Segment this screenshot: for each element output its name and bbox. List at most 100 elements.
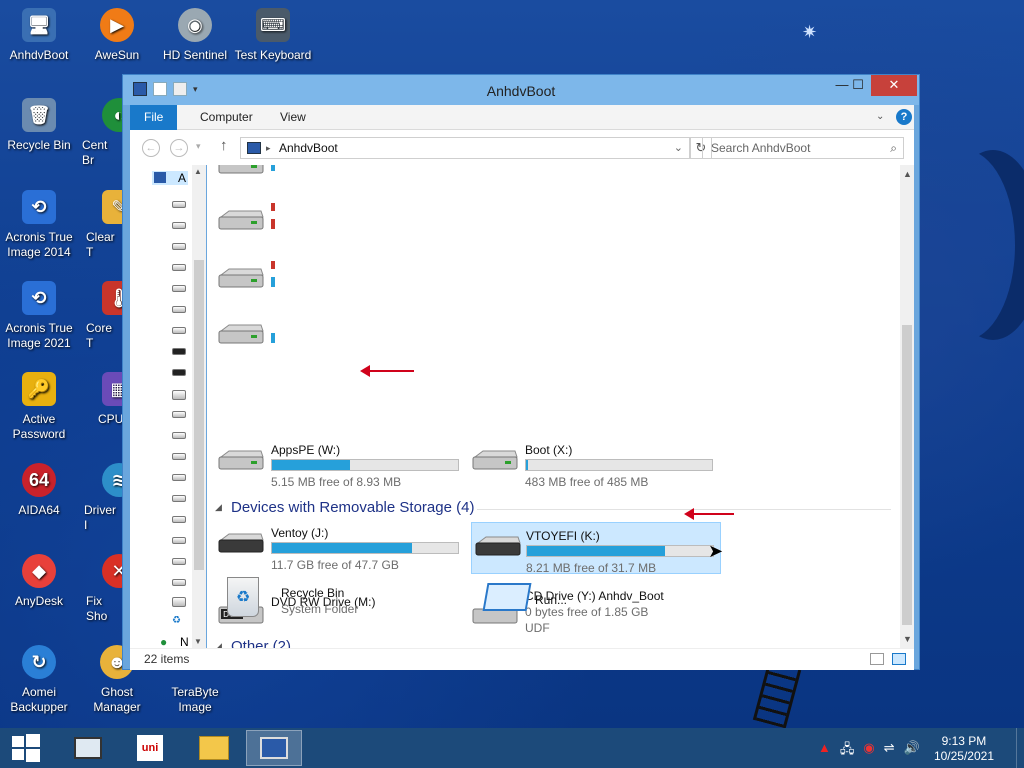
tab-view[interactable]: View <box>266 105 320 130</box>
usb-icon[interactable]: ⇌ <box>884 740 895 762</box>
tray-app-icon[interactable]: ▲ <box>818 740 831 762</box>
dvd-drive-icon[interactable] <box>172 390 186 400</box>
tab-computer[interactable]: Computer <box>186 105 267 130</box>
details-view-icon[interactable] <box>870 653 884 665</box>
scroll-down-icon[interactable]: ▼ <box>903 634 912 644</box>
drive-icon[interactable] <box>172 558 186 565</box>
close-button[interactable]: ✕ <box>871 75 917 96</box>
network-icon[interactable]: 🖧 <box>840 740 855 762</box>
drive-tile-ventoy[interactable]: Ventoy (J:) 11.7 GB free of 47.7 GB <box>217 520 467 572</box>
browser-icon: ◐ <box>102 98 122 132</box>
drive-icon[interactable] <box>172 222 186 229</box>
desktop-icon-aida64[interactable]: 64 AIDA64 <box>0 463 78 518</box>
media-icon[interactable]: ◉ <box>863 740 874 762</box>
drive-tile-boot[interactable]: Boot (X:) 483 MB free of 485 MB <box>471 437 721 489</box>
taskbar-anhdvboot-window[interactable] <box>246 730 302 766</box>
recent-locations-icon[interactable]: ▾ <box>196 141 201 152</box>
drive-icon[interactable] <box>172 411 186 418</box>
content-scrollbar[interactable]: ▲ ▼ <box>900 165 914 648</box>
up-button[interactable]: ↑ <box>220 137 228 154</box>
drive-tile-partial[interactable] <box>217 255 467 301</box>
taskbar-file-explorer[interactable] <box>186 730 242 766</box>
navigation-pane[interactable]: A ♻ ● N ▲ ▼ <box>130 165 206 649</box>
nav-scrollbar[interactable]: ▲ ▼ <box>192 165 206 648</box>
drive-filesystem: UDF <box>525 621 550 635</box>
cd-drive-icon[interactable] <box>172 597 186 607</box>
drive-icon[interactable] <box>172 495 186 502</box>
title-bar[interactable]: ▾ AnhdvBoot — ☐ ✕ <box>123 75 919 105</box>
group-header-other[interactable]: Other (2) <box>231 638 291 648</box>
expand-ribbon-icon[interactable]: ⌄ <box>876 111 884 122</box>
drive-icon[interactable] <box>172 306 186 313</box>
nav-item-selected[interactable]: A <box>152 171 188 185</box>
desktop-icon-fix-shortcut[interactable]: ✕ Fix Sho <box>78 554 122 624</box>
clock[interactable]: 9:13 PM 10/25/2021 <box>934 734 994 764</box>
drive-icon[interactable] <box>172 327 186 334</box>
chevron-down-icon[interactable]: ⌄ <box>674 138 683 158</box>
item-run[interactable]: Run... <box>471 575 711 621</box>
scroll-up-icon[interactable]: ▲ <box>903 169 912 179</box>
removable-drive-icon[interactable] <box>172 369 186 376</box>
drive-icon[interactable] <box>172 516 186 523</box>
desktop-icon-label: TeraByte Image <box>171 685 219 714</box>
desktop-icon-driver[interactable]: ≋ Driver I <box>78 463 122 533</box>
drive-icon[interactable] <box>172 474 186 481</box>
tiles-view-icon[interactable] <box>892 653 906 665</box>
desktop-icon-acronis-2014[interactable]: ⟲ Acronis True Image 2014 <box>0 190 78 260</box>
desktop-icon-label: Driver I <box>84 503 116 532</box>
drive-icon[interactable] <box>172 264 186 271</box>
acronis-icon: ⟲ <box>22 281 56 315</box>
taskbar-task-manager[interactable] <box>60 730 116 766</box>
x-icon: ✕ <box>102 554 122 588</box>
computer-icon <box>260 737 288 759</box>
drive-icon[interactable] <box>172 243 186 250</box>
recycle-bin-icon[interactable]: ♻ <box>172 616 186 627</box>
removable-drive-icon[interactable] <box>172 348 186 355</box>
search-input[interactable]: Search AnhdvBoot ⌕ <box>702 137 904 159</box>
desktop-icon-cpu[interactable]: ▦ CPU <box>78 372 122 427</box>
scrollbar-thumb[interactable] <box>902 325 912 625</box>
group-header-removable[interactable]: Devices with Removable Storage (4) <box>231 499 474 516</box>
taskbar-unikey[interactable]: uni <box>122 730 178 766</box>
help-icon[interactable]: ? <box>896 109 912 125</box>
drive-tile-appspe[interactable]: AppsPE (W:) 5.15 MB free of 8.93 MB <box>217 437 467 489</box>
show-desktop-button[interactable] <box>1016 728 1024 768</box>
desktop-icon-acronis-2021[interactable]: ⟲ Acronis True Image 2021 <box>0 281 78 351</box>
desktop-icon-test-keyboard[interactable]: ⌨ Test Keyboard <box>234 8 312 63</box>
volume-icon[interactable]: 🔊 <box>904 740 920 762</box>
drive-icon[interactable] <box>172 537 186 544</box>
drive-icon[interactable] <box>172 579 186 586</box>
desktop-icon-anydesk[interactable]: ◆ AnyDesk <box>0 554 78 609</box>
desktop-icon-recycle-bin[interactable]: 🗑 Recycle Bin <box>0 98 78 153</box>
drive-tile-partial[interactable] <box>217 311 467 357</box>
maximize-button[interactable]: ☐ <box>843 75 873 96</box>
collapse-group-icon[interactable]: ◢ <box>215 502 222 513</box>
desktop-icon-anhdvboot[interactable]: 🖥 AnhdvBoot <box>0 8 78 63</box>
breadcrumb[interactable]: AnhdvBoot <box>279 141 338 155</box>
drive-icon[interactable] <box>172 285 186 292</box>
start-button[interactable] <box>0 730 52 766</box>
address-bar[interactable]: ▸ AnhdvBoot ⌄ <box>240 137 690 159</box>
drive-icon[interactable] <box>172 453 186 460</box>
scroll-down-icon[interactable]: ▼ <box>194 637 202 646</box>
drive-tile-partial[interactable] <box>217 165 467 187</box>
scroll-up-icon[interactable]: ▲ <box>194 167 202 176</box>
drive-icon[interactable] <box>172 432 186 439</box>
desktop-icon-hd-sentinel[interactable]: ◉ HD Sentinel <box>156 8 234 63</box>
drive-icon[interactable] <box>172 201 186 208</box>
drive-tile-vtoyefi[interactable]: VTOYEFI (K:) 8.21 MB free of 31.7 MB ➤ <box>471 522 723 575</box>
tab-file[interactable]: File <box>130 105 178 130</box>
back-button[interactable]: ← <box>142 139 160 157</box>
collapse-group-icon[interactable]: ◢ <box>215 641 222 648</box>
scrollbar-thumb[interactable] <box>194 260 204 570</box>
drive-tile-partial[interactable] <box>217 197 467 243</box>
desktop-icon-aomei[interactable]: ↻ Aomei Backupper <box>0 645 78 715</box>
desktop-icon-core-temp[interactable]: 🌡 Core T <box>78 281 122 351</box>
forward-button[interactable]: → <box>170 139 188 157</box>
nav-item-network[interactable]: ● N <box>160 635 194 649</box>
item-recycle-bin[interactable]: ♻ Recycle Bin System Folder <box>217 575 477 621</box>
desktop-icon-awesun[interactable]: ▶ AweSun <box>78 8 156 63</box>
desktop-icon-active-password[interactable]: 🔑 Active Password <box>0 372 78 442</box>
desktop-icon-cent-browser[interactable]: ◐ Cent Br <box>78 98 122 168</box>
desktop-icon-clear[interactable]: ✎ Clear T <box>78 190 122 260</box>
